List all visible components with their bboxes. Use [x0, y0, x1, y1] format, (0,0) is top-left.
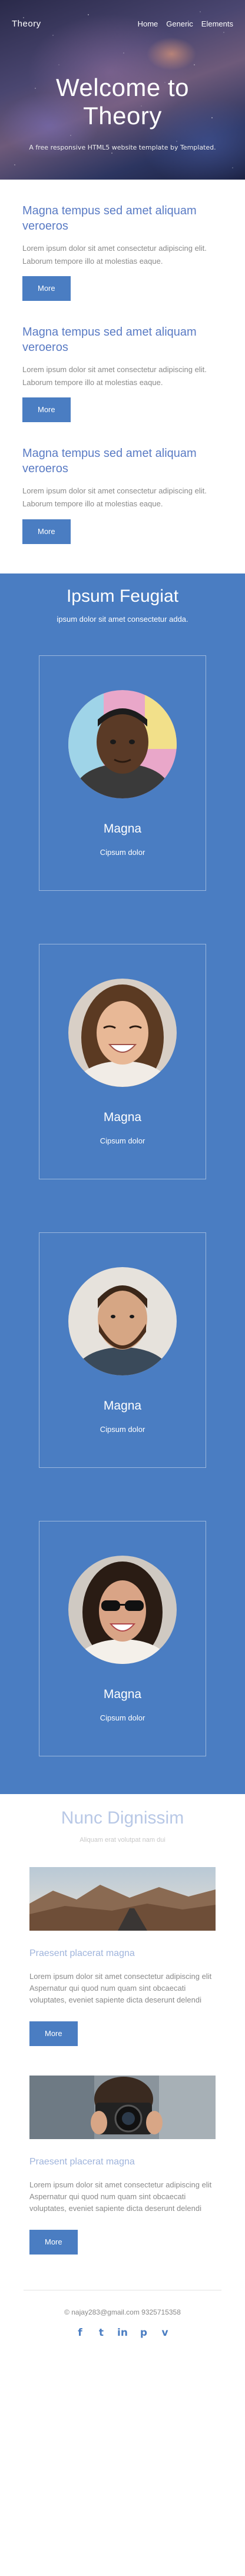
article-text: Lorem ipsum dolor sit amet consectetur a… — [22, 365, 207, 387]
site-footer: © najay283@gmail.com 9325715358 f t in p… — [24, 2290, 221, 2350]
gallery-lead: Aliquam erat volutpat nam dui — [80, 1836, 165, 1844]
more-button[interactable]: More — [22, 276, 71, 301]
member-name: Magna — [103, 821, 142, 836]
more-button[interactable]: More — [29, 2021, 78, 2046]
hero-text: Welcome to Theory A free responsive HTML… — [0, 74, 245, 151]
gallery-item-title: Praesent placerat magna — [29, 1948, 135, 1958]
main-nav: Home Generic Elements — [138, 19, 233, 28]
article-item: Magna tempus sed amet aliquam veroeros L… — [22, 203, 223, 301]
site-logo[interactable]: Theory — [12, 19, 41, 29]
gallery-item: Praesent placerat magna Lorem ipsum dolo… — [29, 1866, 216, 2046]
article-text: Lorem ipsum dolor sit amet consectetur a… — [22, 244, 207, 266]
pinterest-icon[interactable]: p — [137, 2327, 150, 2339]
avatar — [68, 978, 177, 1087]
avatar — [68, 689, 177, 798]
landscape-image[interactable] — [29, 1866, 216, 1931]
member-role: Cipsum dolor — [100, 1136, 145, 1145]
hero-title: Welcome to Theory — [56, 74, 189, 130]
member-role: Cipsum dolor — [100, 1424, 145, 1434]
social-links: f t in p v — [24, 2327, 221, 2339]
more-button[interactable]: More — [22, 397, 71, 423]
article-title: Magna tempus sed amet aliquam veroeros — [22, 204, 197, 233]
nav-link-generic[interactable]: Generic — [166, 19, 193, 28]
team-card: Magna Cipsum dolor — [39, 943, 206, 1179]
articles-section: Magna tempus sed amet aliquam veroeros L… — [0, 180, 245, 573]
team-card: Magna Cipsum dolor — [39, 655, 206, 891]
avatar — [68, 1555, 177, 1664]
gallery-title: Nunc Dignissim — [61, 1808, 184, 1828]
nav-link-elements[interactable]: Elements — [201, 19, 233, 28]
hero-subtitle: A free responsive HTML5 website template… — [29, 143, 216, 151]
article-title: Magna tempus sed amet aliquam veroeros — [22, 326, 197, 354]
member-role: Cipsum dolor — [100, 1713, 145, 1722]
twitter-icon[interactable]: t — [95, 2327, 108, 2339]
team-title: Ipsum Feugiat — [66, 586, 179, 606]
more-button[interactable]: More — [29, 2230, 78, 2255]
linkedin-icon[interactable]: in — [116, 2327, 129, 2339]
member-name: Magna — [103, 1110, 142, 1124]
gallery-item-text: Lorem ipsum dolor sit amet consectetur a… — [29, 2180, 212, 2213]
gallery-item: Praesent placerat magna Lorem ipsum dolo… — [29, 2075, 216, 2255]
team-section: Ipsum Feugiat ipsum dolor sit amet conse… — [0, 573, 245, 1794]
team-card: Magna Cipsum dolor — [39, 1232, 206, 1468]
article-item: Magna tempus sed amet aliquam veroeros L… — [22, 324, 223, 423]
facebook-icon[interactable]: f — [74, 2327, 87, 2339]
article-item: Magna tempus sed amet aliquam veroeros L… — [22, 446, 223, 544]
team-lead: ipsum dolor sit amet consectetur adda. — [57, 614, 188, 624]
hero-banner: Theory Home Generic Elements Welcome to … — [0, 0, 245, 180]
avatar — [68, 1267, 177, 1375]
more-button[interactable]: More — [22, 519, 71, 544]
member-name: Magna — [103, 1398, 142, 1413]
gallery-section: Nunc Dignissim Aliquam erat volutpat nam… — [0, 1794, 245, 2290]
nav-link-home[interactable]: Home — [138, 19, 158, 28]
team-card: Magna Cipsum dolor — [39, 1520, 206, 1756]
member-name: Magna — [103, 1687, 142, 1701]
contact-email: © najay283@gmail.com 9325715358 — [64, 2308, 181, 2317]
gallery-item-title: Praesent placerat magna — [29, 2156, 135, 2167]
top-navbar: Theory Home Generic Elements — [0, 0, 245, 47]
article-text: Lorem ipsum dolor sit amet consectetur a… — [22, 486, 207, 509]
article-title: Magna tempus sed amet aliquam veroeros — [22, 447, 197, 476]
gallery-item-text: Lorem ipsum dolor sit amet consectetur a… — [29, 1971, 212, 2004]
camera-photo-image[interactable] — [29, 2075, 216, 2139]
vimeo-icon[interactable]: v — [158, 2327, 171, 2339]
member-role: Cipsum dolor — [100, 847, 145, 857]
gallery-header: Nunc Dignissim Aliquam erat volutpat nam… — [29, 1808, 216, 1844]
